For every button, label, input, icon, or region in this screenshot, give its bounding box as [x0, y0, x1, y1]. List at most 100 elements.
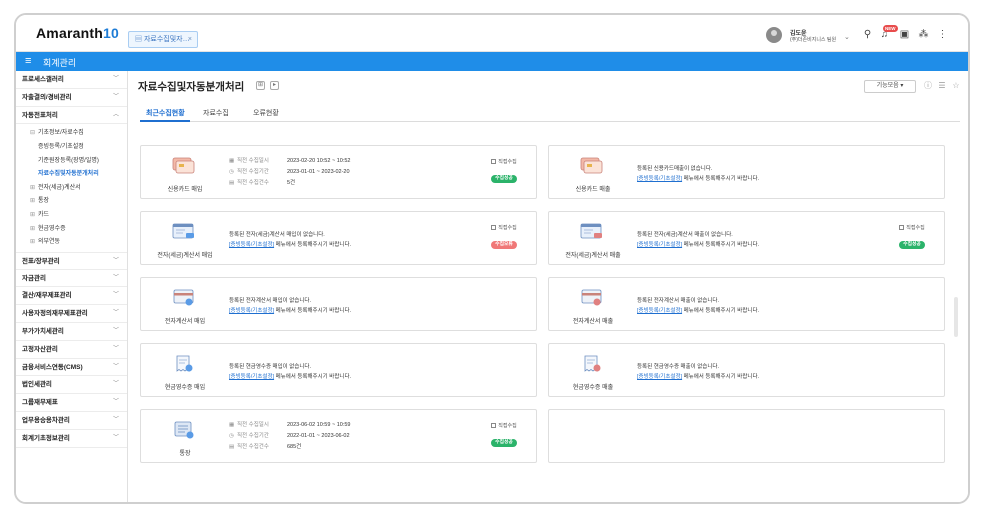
- document-icon: ▤: [229, 180, 235, 186]
- chevron-up-icon[interactable]: ︿: [113, 107, 119, 125]
- app-logo[interactable]: Amaranth10: [36, 25, 119, 41]
- chevron-down-icon[interactable]: ﹀: [113, 253, 119, 271]
- sidebar-section-label: 결산/재무제표관리: [22, 292, 72, 300]
- card-label: 전자(세금)계산서 매출: [565, 253, 621, 259]
- menu-icon[interactable]: ≡: [25, 55, 31, 67]
- collection-card[interactable]: 전자(세금)계산서 매입 등록된 전자(세금)계산서 매입이 없습니다. [증빙등록…: [140, 211, 537, 265]
- sidebar-item[interactable]: 기준원장등록(장명/일명): [16, 155, 127, 169]
- tab-recent[interactable]: 최근수집현황: [146, 108, 185, 118]
- chevron-down-icon[interactable]: ﹀: [113, 341, 119, 359]
- settings-link[interactable]: [증빙등록/기초설정]: [637, 176, 682, 182]
- avatar[interactable]: [766, 27, 782, 43]
- collection-card[interactable]: 신용카드 매출 등록된 신용카드매출이 없습니다. [증빙등록/기초설정] 메뉴에서…: [548, 145, 945, 199]
- e-invoice-icon: [579, 288, 605, 308]
- help-icon[interactable]: ▣: [899, 29, 910, 40]
- collection-card[interactable]: 전자(세금)계산서 매출 등록된 전자(세금)계산서 매출이 없습니다. [증빙등록…: [548, 211, 945, 265]
- chevron-down-icon[interactable]: ﹀: [113, 376, 119, 394]
- sidebar-item[interactable]: ⊞ 통장: [16, 195, 127, 209]
- chevron-down-icon[interactable]: ⌄: [844, 33, 850, 41]
- checkbox-icon: [491, 159, 497, 165]
- expand-icon[interactable]: ⊞: [30, 236, 38, 250]
- status-label: 직접수집: [487, 158, 521, 166]
- sidebar-section[interactable]: 회계기초정보관리 ﹀: [16, 430, 127, 448]
- tab-errors[interactable]: 오류현황: [253, 108, 279, 118]
- chevron-down-icon[interactable]: ﹀: [113, 287, 119, 305]
- sidebar-section[interactable]: 자동전표처리 ︿: [16, 107, 127, 125]
- sidebar-section-label: 자동전표처리: [22, 111, 58, 119]
- collapse-icon[interactable]: ⊟: [30, 127, 38, 141]
- tab-bar: 최근수집현황 자료수집 오류현황: [140, 106, 960, 122]
- calendar-icon: ▦: [229, 158, 235, 164]
- expand-icon[interactable]: ⊞: [30, 195, 38, 209]
- sidebar-section[interactable]: 금융서비스연동(CMS) ﹀: [16, 359, 127, 377]
- clock-icon: ◷: [229, 433, 234, 439]
- scroll-handle[interactable]: [954, 297, 958, 337]
- chevron-down-icon[interactable]: ﹀: [113, 305, 119, 323]
- sidebar-section[interactable]: 프로세스갤러리 ﹀: [16, 71, 127, 89]
- collection-card[interactable]: 전자계산서 매출 등록된 전자계산서 매출이 없습니다. [증빙등록/기초설정] 메…: [548, 277, 945, 331]
- collection-card[interactable]: 전자계산서 매입 등록된 전자계산서 매입이 없습니다. [증빙등록/기초설정] 메…: [140, 277, 537, 331]
- sidebar-item[interactable]: ⊞ 카드: [16, 209, 127, 223]
- tab-collect[interactable]: 자료수집: [203, 108, 229, 118]
- active-tab-underline: [140, 120, 190, 122]
- settings-link[interactable]: [증빙등록/기초설정]: [637, 374, 682, 380]
- app-window: Amaranth10 ▤ 자료수집및자… × 김도윤 (주)더존비지니스 팀원 …: [14, 13, 970, 504]
- expand-icon[interactable]: ⊞: [30, 182, 38, 196]
- card-label: 현금영수증 매입: [164, 385, 206, 391]
- expand-icon[interactable]: ⊞: [30, 209, 38, 223]
- chevron-down-icon[interactable]: ﹀: [113, 359, 119, 377]
- collection-card[interactable]: 신용카드 매입 ▦ 직전 수집일시 2023-02-20 10:52 ~ 10:52 ◷…: [140, 145, 537, 199]
- chevron-down-icon[interactable]: ﹀: [113, 394, 119, 412]
- sidebar-section[interactable]: 법인세관리 ﹀: [16, 376, 127, 395]
- settings-link[interactable]: [증빙등록/기초설정]: [637, 242, 682, 248]
- chevron-down-icon[interactable]: ﹀: [113, 71, 119, 89]
- collection-card[interactable]: 현금영수증 매출 등록된 현금영수증 매출이 없습니다. [증빙등록/기초설정] 메…: [548, 343, 945, 397]
- empty-message-tail: 메뉴에서 등록해주시기 바랍니다.: [682, 176, 760, 182]
- sidebar-section[interactable]: 결산/재무제표관리 ﹀: [16, 287, 127, 306]
- org-chart-icon[interactable]: ⁂: [918, 29, 929, 40]
- close-icon[interactable]: ×: [188, 32, 192, 47]
- sidebar-item[interactable]: ⊟ 기초정보/자료수집: [16, 127, 127, 141]
- chevron-down-icon[interactable]: ﹀: [113, 412, 119, 430]
- settings-link[interactable]: [증빙등록/기초설정]: [637, 308, 682, 314]
- settings-link[interactable]: [증빙등록/기초설정]: [229, 308, 274, 314]
- card-label: 신용카드 매출: [575, 187, 611, 193]
- sidebar-item-label: 자료수집및자동분개처리: [38, 171, 99, 178]
- sidebar-section[interactable]: 전표/장부관리 ﹀: [16, 251, 127, 271]
- star-icon[interactable]: ☆: [951, 81, 961, 91]
- collection-card[interactable]: [548, 409, 945, 463]
- sidebar: 프로세스갤러리 ﹀ 자출결의/경비관리 ﹀ 자동전표처리 ︿ ⊟ 기초정보/자료수집 증빙등록/…: [16, 71, 128, 502]
- sidebar-section[interactable]: 사용자정의재무제표관리 ﹀: [16, 305, 127, 323]
- sidebar-section[interactable]: 자출결의/경비관리 ﹀: [16, 89, 127, 107]
- expand-icon[interactable]: ⊞: [30, 223, 38, 237]
- settings-link[interactable]: [증빙등록/기초설정]: [229, 242, 274, 248]
- search-icon[interactable]: ⚲: [862, 29, 873, 40]
- open-page-tab[interactable]: ▤ 자료수집및자… ×: [128, 31, 198, 48]
- sidebar-section[interactable]: 고정자산관리 ﹀: [16, 341, 127, 359]
- chevron-down-icon[interactable]: ﹀: [113, 430, 119, 448]
- sidebar-item[interactable]: ⊞ 현금영수증: [16, 223, 127, 237]
- chevron-down-icon[interactable]: ﹀: [113, 270, 119, 288]
- bookmark-icon[interactable]: ⊞: [256, 81, 265, 90]
- sidebar-item[interactable]: ⊞ 전자(세금)계산서: [16, 182, 127, 196]
- collection-card[interactable]: 통장 ▦ 직전 수집일시 2023-06-02 10:59 ~ 10:59 ◷ 직전 수집…: [140, 409, 537, 463]
- sidebar-item[interactable]: ⊞ 의부연동: [16, 236, 127, 250]
- module-title: 회계관리: [43, 58, 77, 68]
- function-menu-button[interactable]: 기능모음 ▾: [864, 80, 916, 93]
- settings-link[interactable]: [증빙등록/기초설정]: [229, 374, 274, 380]
- help-circle-icon[interactable]: ⓘ: [923, 81, 933, 91]
- collection-card[interactable]: 현금영수증 매입 등록된 현금영수증 매입이 없습니다. [증빙등록/기초설정] 메…: [140, 343, 537, 397]
- chevron-down-icon[interactable]: ﹀: [113, 89, 119, 107]
- sidebar-item[interactable]: 자료수집및자동분개처리: [16, 168, 127, 182]
- chevron-down-icon[interactable]: ﹀: [113, 323, 119, 341]
- layout-icon[interactable]: ☰: [937, 81, 947, 91]
- info-icon[interactable]: ▸: [270, 81, 279, 90]
- status-label-text: 직접수집: [906, 225, 925, 231]
- more-icon[interactable]: ⋮: [937, 29, 948, 40]
- sidebar-section[interactable]: 자금관리 ﹀: [16, 270, 127, 288]
- sidebar-item[interactable]: 증빙등록/기초설정: [16, 141, 127, 155]
- sidebar-section[interactable]: 부가가치세관리 ﹀: [16, 323, 127, 341]
- empty-message: 등록된 전자계산서 매출이 없습니다.: [637, 298, 720, 304]
- sidebar-section[interactable]: 업무용승용차관리 ﹀: [16, 412, 127, 430]
- sidebar-section[interactable]: 그룹재무제표 ﹀: [16, 394, 127, 412]
